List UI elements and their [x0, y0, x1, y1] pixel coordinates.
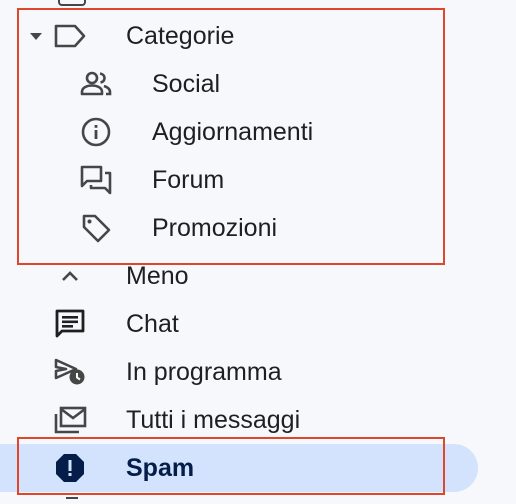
- forum-icon: [76, 160, 116, 200]
- spam-icon: [50, 448, 90, 488]
- label-icon: [50, 16, 90, 56]
- sidebar-item-updates[interactable]: Aggiornamenti: [0, 108, 440, 156]
- sidebar-item-label: In programma: [126, 357, 282, 386]
- sidebar-item-all-mail[interactable]: Tutti i messaggi: [0, 396, 478, 444]
- sidebar-item-social[interactable]: Social: [0, 60, 440, 108]
- partial-icon-top: [58, 0, 86, 6]
- sidebar-item-label: Chat: [126, 309, 179, 338]
- sidebar-item-less[interactable]: Meno: [0, 252, 478, 300]
- sidebar-item-label: Forum: [152, 165, 225, 194]
- sidebar-item-forum[interactable]: Forum: [0, 156, 440, 204]
- sidebar-item-label: Aggiornamenti: [152, 117, 314, 146]
- sidebar-item-label: Spam: [126, 453, 195, 482]
- sidebar-item-label: Social: [152, 69, 221, 98]
- sidebar-item-label: Meno: [126, 261, 189, 290]
- people-icon: [76, 64, 116, 104]
- scheduled-send-icon: [50, 352, 90, 392]
- all-mail-icon: [50, 400, 90, 440]
- sidebar-item-promotions[interactable]: Promozioni: [0, 204, 440, 252]
- sidebar-item-spam[interactable]: Spam: [0, 444, 478, 492]
- sidebar-item-scheduled[interactable]: In programma: [0, 348, 478, 396]
- sidebar-item-label: Promozioni: [152, 213, 278, 242]
- sidebar-item-label: Categorie: [126, 21, 235, 50]
- info-icon: [76, 112, 116, 152]
- sidebar-item-categories[interactable]: Categorie: [0, 12, 440, 60]
- sidebar-item-chat[interactable]: Chat: [0, 300, 478, 348]
- chevron-up-icon: [50, 256, 90, 296]
- tag-icon: [76, 208, 116, 248]
- chat-icon: [50, 304, 90, 344]
- sidebar-item-label: Tutti i messaggi: [126, 405, 301, 434]
- partial-icon-bottom: [66, 497, 78, 504]
- sidebar-nav: Categorie Social Aggiornamenti Forum Pro…: [0, 0, 516, 504]
